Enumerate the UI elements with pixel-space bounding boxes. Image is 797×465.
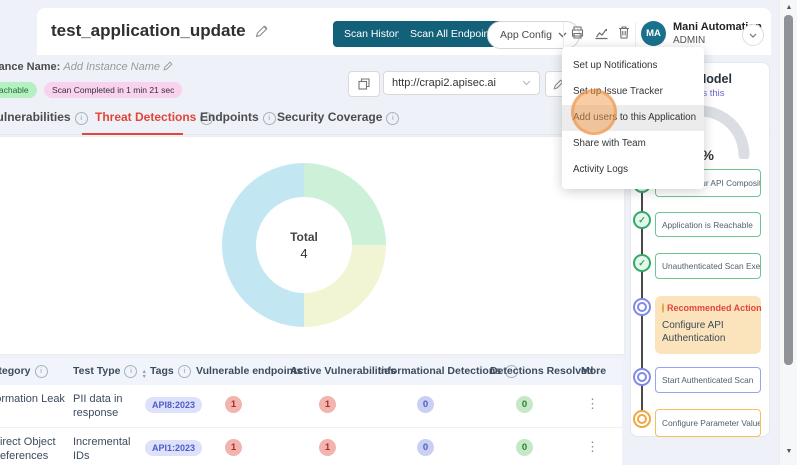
copy-url-button[interactable] (348, 71, 380, 97)
col-tags[interactable]: Tagsi (150, 365, 191, 378)
edit-instance-icon[interactable] (163, 61, 173, 71)
page-title: test_application_update (51, 21, 246, 41)
scan-completed-badge: Scan Completed in 1 min 21 sec (44, 82, 182, 98)
endpoint-url-select[interactable]: http://crapi2.apisec.ai (383, 71, 540, 95)
scrollbar-thumb[interactable] (784, 15, 793, 365)
edit-title-icon[interactable] (255, 25, 268, 38)
vulnerable-endpoints-count: 1 (225, 439, 242, 456)
step-start-authenticated-scan[interactable]: Start Authenticated Scan (655, 367, 761, 393)
donut-total-label: Total (290, 230, 318, 244)
step-pending-icon (633, 298, 651, 316)
step-unauthenticated-scan[interactable]: Unauthenticated Scan Exe... (655, 253, 761, 279)
cell-test-type: Incremental IDs (73, 435, 137, 463)
info-icon[interactable]: i (124, 365, 137, 378)
col-category[interactable]: Categoryi (0, 365, 48, 378)
chevron-down-icon (522, 80, 531, 86)
row-more-icon[interactable]: ⋮ (586, 439, 599, 455)
page-scrollbar[interactable]: ▲ ▼ (779, 0, 797, 465)
scroll-up-icon[interactable]: ▲ (780, 4, 797, 11)
tab-endpoints[interactable]: Endpointsi (200, 110, 276, 125)
vulnerable-endpoints-count: 1 (225, 396, 242, 413)
col-more[interactable]: More (581, 365, 606, 377)
donut-chart[interactable]: Total 4 (222, 163, 386, 327)
app-config-button[interactable]: App Config (487, 21, 580, 49)
table-row[interactable]: Direct Object References Incremental IDs… (0, 428, 622, 465)
instance-name-label: Instance Name: (0, 61, 60, 73)
chevron-down-icon (749, 33, 757, 38)
copy-icon (358, 78, 370, 90)
step-application-reachable[interactable]: Application is Reachable (655, 212, 761, 237)
trash-icon[interactable] (617, 25, 632, 40)
active-vulnerabilities-count: 1 (319, 439, 336, 456)
active-vulnerabilities-count: 1 (319, 396, 336, 413)
info-icon[interactable]: i (386, 112, 399, 125)
recommended-action-label: Recommended Action (662, 303, 754, 313)
col-detections-resolved[interactable]: Detections Resolved (490, 365, 593, 377)
step-done-icon: ✓ (633, 211, 651, 229)
divider (563, 22, 564, 46)
threat-detections-chart-card: Total 4 (0, 136, 625, 355)
scroll-down-icon[interactable]: ▼ (780, 448, 797, 455)
cell-test-type: PII data in response (73, 392, 137, 420)
tag-badge[interactable]: API8:2023 (145, 397, 202, 413)
informational-detections-count: 0 (417, 439, 434, 456)
step-done-icon: ✓ (633, 254, 651, 272)
instance-name-row[interactable]: Instance Name: Add Instance Name (0, 61, 173, 73)
clock-icon (662, 303, 664, 313)
sort-icon[interactable]: ▲▼ (141, 370, 146, 380)
step-upcoming-icon (633, 410, 651, 428)
analytics-chart-icon[interactable] (594, 25, 609, 40)
table-header: Categoryi Test Typei▲▼ Tagsi Vulnerable … (0, 358, 622, 385)
active-tab-underline (82, 133, 183, 135)
click-indicator (571, 89, 617, 135)
detections-resolved-count: 0 (516, 396, 533, 413)
step-configure-api-auth[interactable]: Recommended Action Configure API Authent… (655, 296, 761, 354)
donut-center: Total 4 (256, 197, 352, 293)
tab-threat-detections[interactable]: Threat Detectionsi (95, 110, 213, 125)
donut-total-value: 4 (300, 246, 307, 261)
divider (635, 22, 636, 46)
reachable-badge: Reachable (0, 82, 37, 98)
user-role: ADMIN (673, 35, 705, 46)
info-icon[interactable]: i (178, 365, 191, 378)
table-row[interactable]: Information Leak PII data in response AP… (0, 385, 622, 428)
col-test-type[interactable]: Test Typei▲▼ (73, 365, 147, 380)
menu-item-set-up-notifications[interactable]: Set up Notifications (562, 53, 704, 79)
col-vulnerable-endpoints[interactable]: Vulnerable endpoints (196, 365, 302, 377)
tab-security-coverage[interactable]: Security Coveragei (277, 110, 399, 125)
info-icon[interactable]: i (35, 365, 48, 378)
user-menu-chevron[interactable] (742, 24, 764, 46)
tab-vulnerabilities[interactable]: Vulnerabilitiesi (0, 110, 88, 125)
tag-badge[interactable]: API1:2023 (145, 440, 202, 456)
avatar[interactable]: MA (641, 21, 666, 46)
menu-item-share-with-team[interactable]: Share with Team (562, 131, 704, 157)
step-pending-icon (633, 368, 651, 386)
app-config-label: App Config (500, 29, 552, 41)
print-icon[interactable] (570, 25, 585, 40)
row-more-icon[interactable]: ⋮ (586, 396, 599, 412)
endpoint-url-value: http://crapi2.apisec.ai (392, 77, 496, 89)
instance-name-placeholder[interactable]: Add Instance Name (63, 61, 160, 73)
informational-detections-count: 0 (417, 396, 434, 413)
cell-category: Information Leak (0, 392, 65, 406)
detections-resolved-count: 0 (516, 439, 533, 456)
step-configure-parameter-values[interactable]: Configure Parameter Values (655, 409, 761, 437)
app-root: test_application_update Scan History Sca… (0, 0, 797, 465)
info-icon[interactable]: i (263, 112, 276, 125)
cell-category: Direct Object References (0, 435, 74, 463)
info-icon[interactable]: i (75, 112, 88, 125)
recommended-action-text: Configure API Authentication (662, 319, 754, 345)
menu-item-activity-logs[interactable]: Activity Logs (562, 157, 704, 183)
